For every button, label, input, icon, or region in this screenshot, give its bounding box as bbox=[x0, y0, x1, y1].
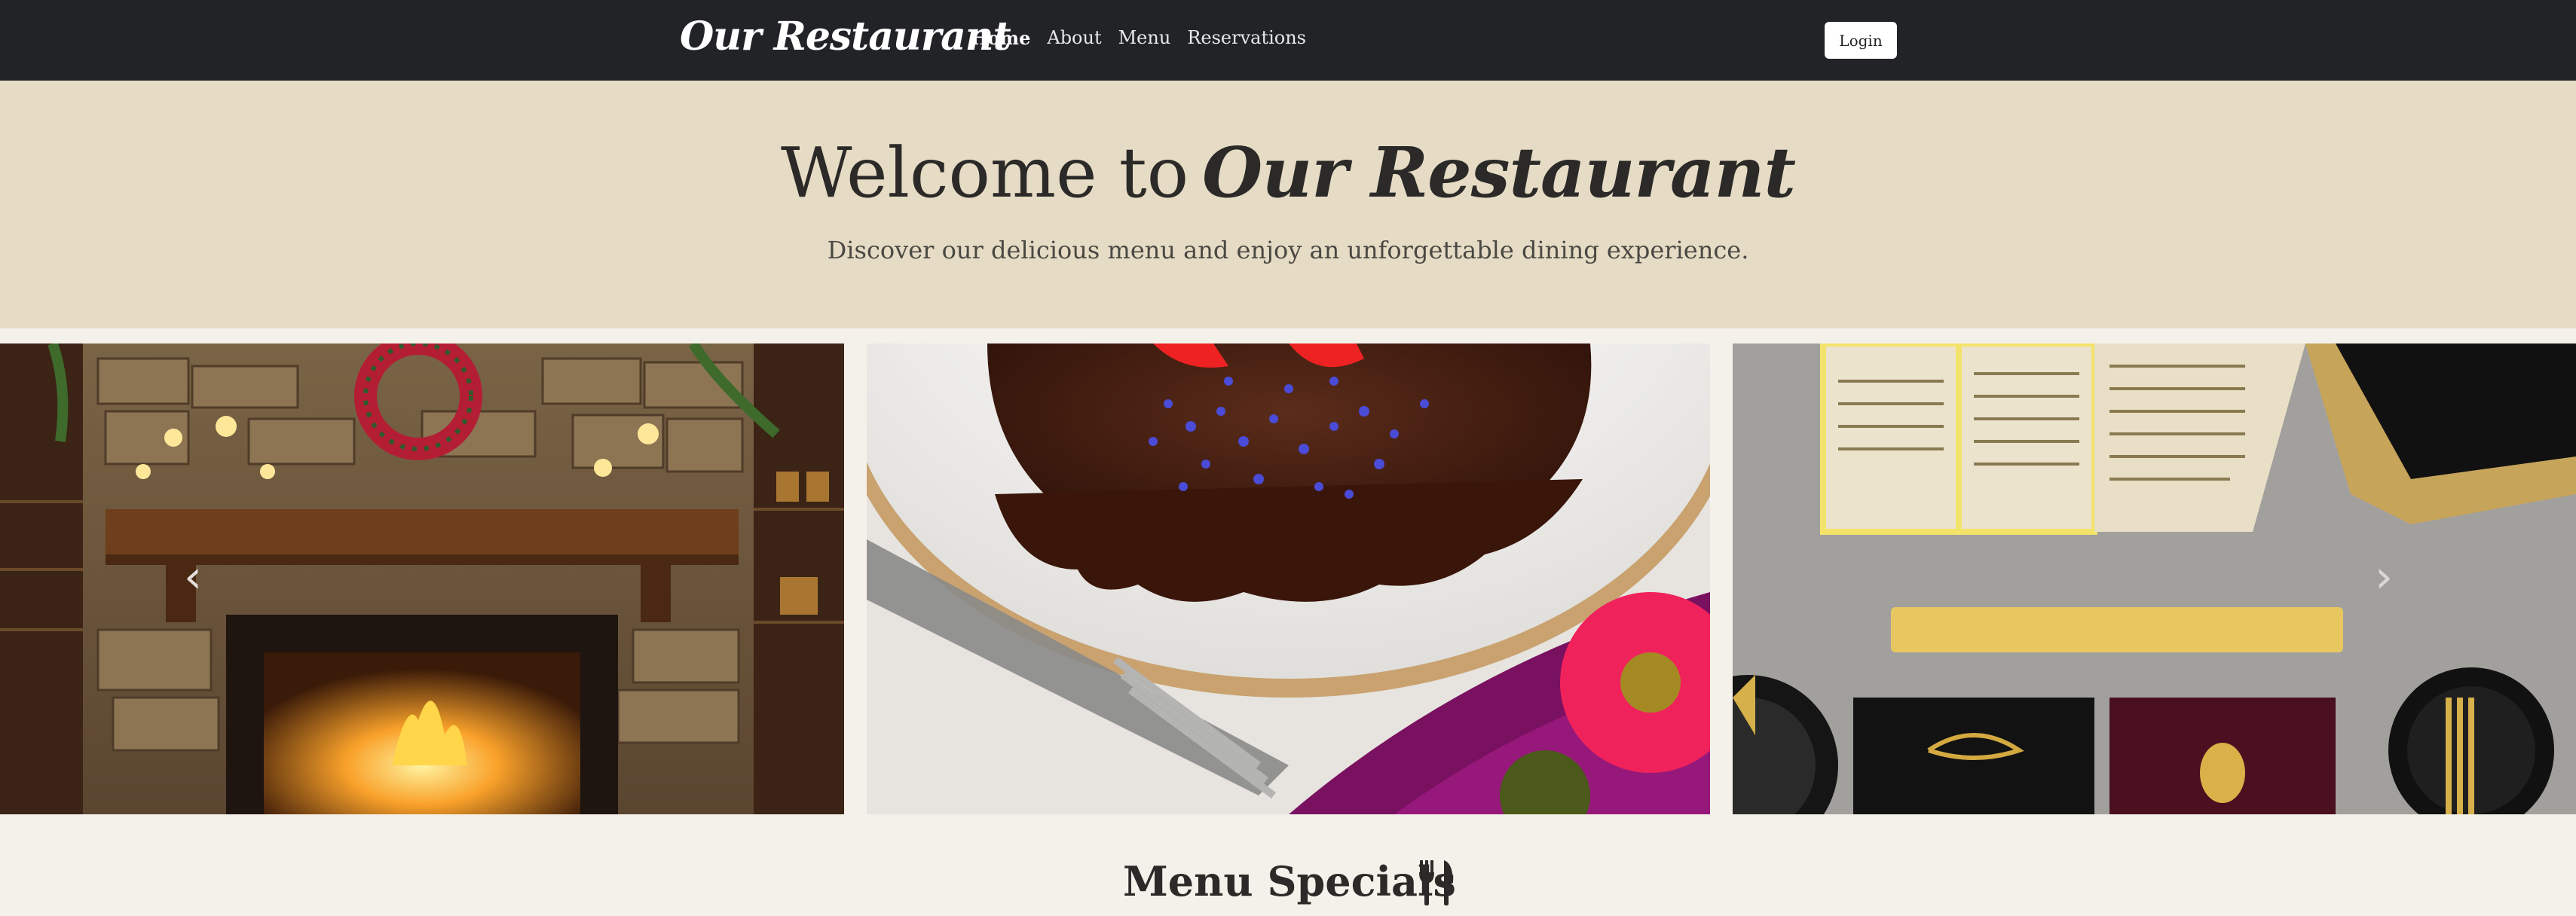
chevron-left-icon: ‹ bbox=[184, 551, 202, 603]
hero-section: Welcome to Our Restaurant Discover our de… bbox=[0, 81, 2576, 328]
dessert-image bbox=[867, 344, 1710, 814]
hero-subtitle: Discover our delicious menu and enjoy an… bbox=[827, 236, 1749, 264]
nav-link-about[interactable]: About bbox=[1047, 27, 1101, 49]
hero-title: Welcome to Our Restaurant bbox=[0, 132, 2576, 213]
nav-link-home[interactable]: Home bbox=[971, 27, 1030, 49]
carousel-slide-fireplace bbox=[0, 344, 844, 814]
brand-logo[interactable]: Our Restaurant bbox=[680, 14, 1011, 60]
hero-title-name: Our Restaurant bbox=[1202, 132, 1796, 213]
nav-link-reservations[interactable]: Reservations bbox=[1187, 27, 1306, 49]
nav-links: Home About Menu Reservations bbox=[971, 27, 1323, 49]
carousel-slide-stationery bbox=[1733, 344, 2576, 814]
carousel-prev-button[interactable]: ‹ bbox=[163, 547, 223, 607]
image-carousel: ‹ › bbox=[0, 344, 2576, 814]
nav-link-menu[interactable]: Menu bbox=[1118, 27, 1171, 49]
navbar: Our Restaurant Home About Menu Reservati… bbox=[0, 0, 2576, 81]
chevron-right-icon: › bbox=[2375, 551, 2393, 603]
carousel-next-button[interactable]: › bbox=[2354, 547, 2414, 607]
utensils-icon bbox=[1419, 860, 1453, 905]
menu-specials-heading: Menu Specials bbox=[1123, 857, 1456, 905]
hero-title-prefix: Welcome to bbox=[781, 133, 1189, 213]
carousel-slide-dessert bbox=[867, 344, 1710, 814]
fireplace-image bbox=[0, 344, 844, 814]
stationery-image bbox=[1733, 344, 2576, 814]
login-button[interactable]: Login bbox=[1825, 22, 1897, 59]
